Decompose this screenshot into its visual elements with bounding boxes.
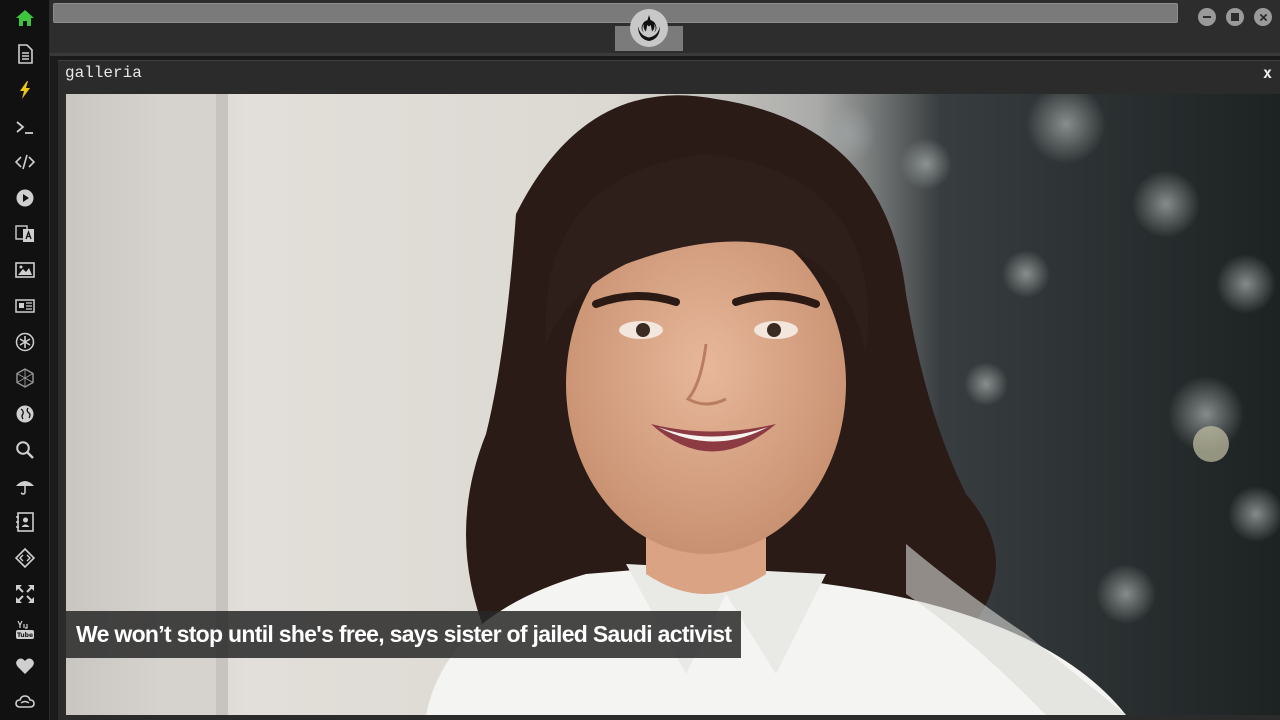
top-bar [50,0,1280,56]
close-icon [1259,13,1267,21]
sidebar-item-cloud[interactable] [0,685,50,719]
globe-icon [16,405,34,423]
sidebar-item-code[interactable] [0,145,50,179]
sidebar-item-globe[interactable] [0,397,50,431]
sidebar-item-youtube[interactable]: Tube [0,613,50,647]
svg-text:Tube: Tube [17,632,33,639]
document-icon [18,44,33,64]
expand-icon [16,585,34,603]
sidebar-item-expand[interactable] [0,577,50,611]
newspaper-icon [15,299,35,313]
sidebar-item-newspaper[interactable] [0,289,50,323]
close-window-button[interactable] [1254,8,1272,26]
sidebar-item-terminal[interactable] [0,110,50,144]
sidebar-item-play[interactable] [0,181,50,215]
sidebar-item-lightning[interactable] [0,73,50,107]
search-icon [16,441,34,459]
galleria-window: galleria x We won’t stop until she's fre… [58,60,1280,720]
sidebar-item-diamond-code[interactable] [0,541,50,575]
gallery-image[interactable]: We won’t stop until she's free, says sis… [66,94,1280,715]
window-title: galleria [65,64,142,82]
home-icon [16,10,34,26]
address-bar[interactable] [53,3,1178,23]
sidebar-item-asterisk[interactable] [0,325,50,359]
cloud-icon [15,695,35,708]
diamond-code-icon [15,548,35,568]
minimize-button[interactable] [1198,8,1216,26]
sidebar-item-document[interactable] [0,37,50,71]
sidebar-item-image[interactable] [0,253,50,287]
image-icon [15,262,35,278]
contact-book-icon [16,512,34,532]
youtube-icon: Tube [16,620,34,639]
sidebar-item-umbrella[interactable] [0,469,50,503]
sidebar-item-contacts[interactable] [0,505,50,539]
sidebar-item-home[interactable] [0,1,50,35]
translate-icon [15,225,34,242]
terminal-icon [16,121,33,134]
sidebar-item-search[interactable] [0,433,50,467]
asterisk-icon [15,332,35,352]
image-caption: We won’t stop until she's free, says sis… [66,611,742,658]
sidebar-item-translate[interactable] [0,217,50,251]
lightning-icon [20,81,30,99]
play-icon [16,189,34,207]
sidebar-item-heart[interactable] [0,649,50,683]
umbrella-icon [16,481,34,495]
code-icon [15,154,35,170]
rebel-alliance-icon[interactable] [630,9,668,47]
sidebar-item-hexagon[interactable] [0,361,50,395]
sidebar: Tube [0,0,50,720]
maximize-button[interactable] [1226,8,1244,26]
heart-icon [16,658,34,674]
hexagon-icon [16,368,34,388]
window-close-button[interactable]: x [1263,64,1272,82]
